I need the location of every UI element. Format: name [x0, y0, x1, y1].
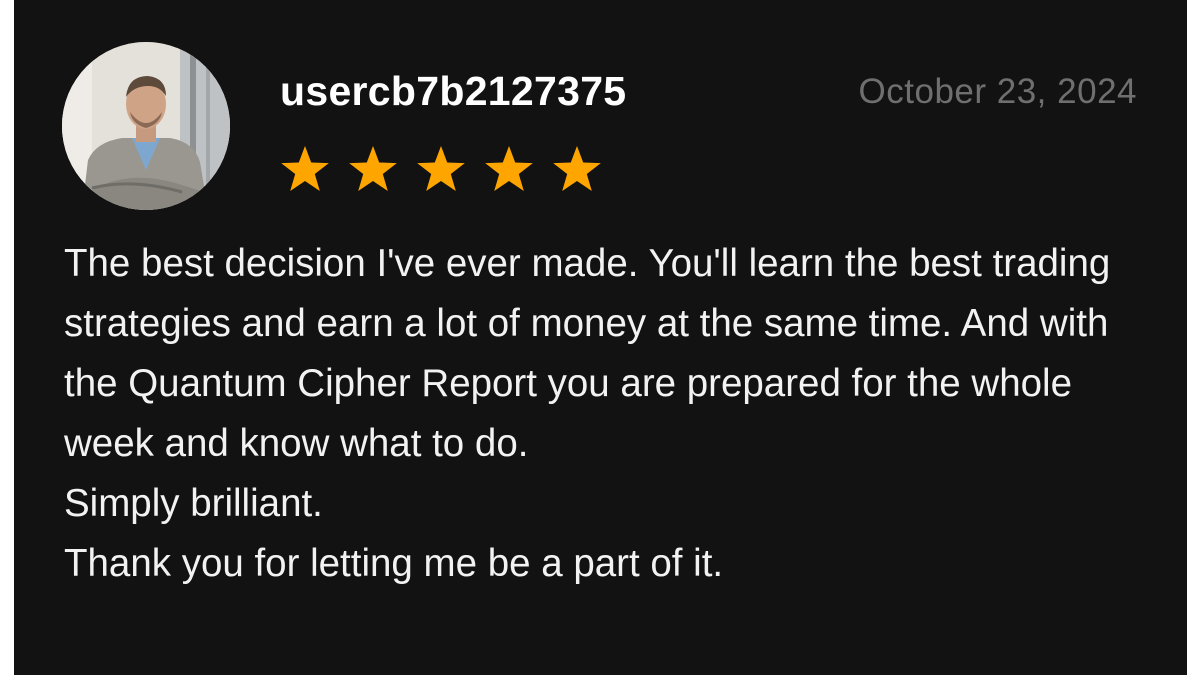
star-icon	[484, 145, 534, 193]
star-icon	[348, 145, 398, 193]
star-icon	[416, 145, 466, 193]
review-paragraph: Simply brilliant.	[64, 482, 323, 525]
review-date: October 23, 2024	[858, 72, 1137, 111]
username[interactable]: usercb7b2127375	[280, 66, 626, 116]
avatar[interactable]	[62, 42, 230, 210]
review-body: The best decision I've ever made. You'll…	[64, 234, 1164, 594]
star-icon	[552, 145, 602, 193]
review-paragraph: The best decision I've ever made. You'll…	[64, 242, 1111, 465]
review-card: usercb7b2127375 October 23, 2024 The bes…	[14, 0, 1187, 675]
star-rating	[280, 145, 602, 193]
star-icon	[280, 145, 330, 193]
review-paragraph: Thank you for letting me be a part of it…	[64, 542, 724, 585]
user-avatar-photo	[62, 42, 230, 210]
